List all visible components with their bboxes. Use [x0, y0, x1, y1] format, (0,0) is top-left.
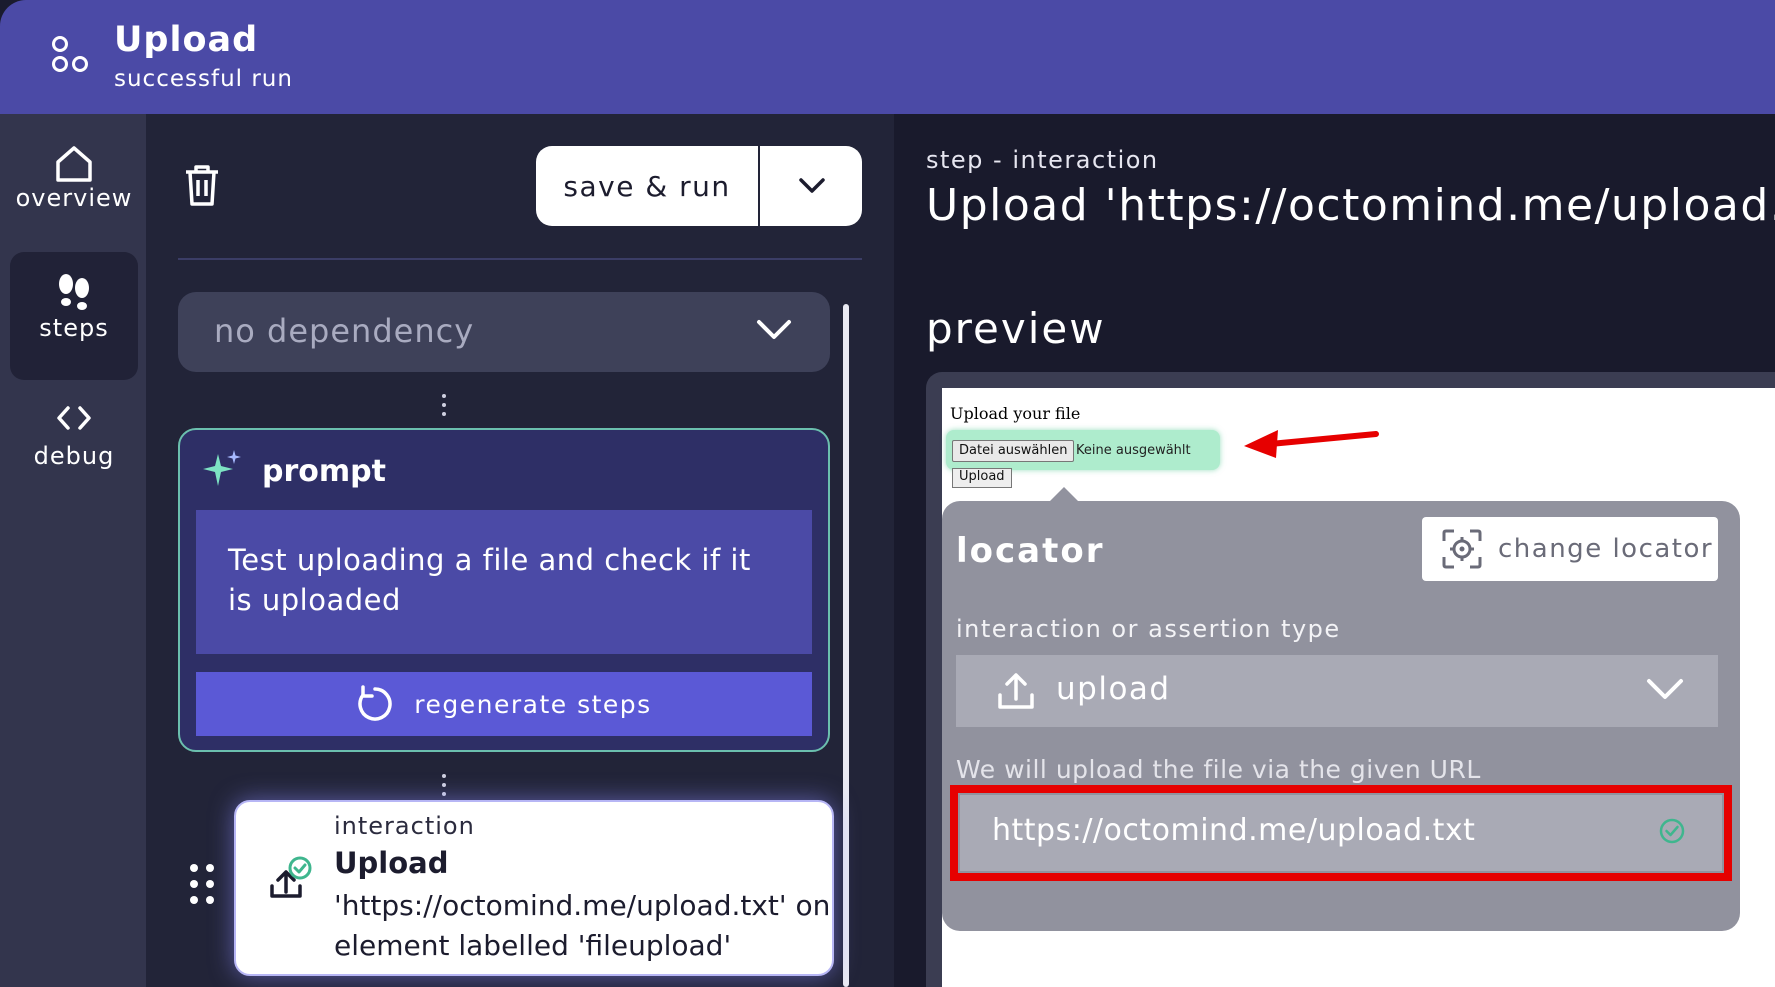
check-circle-icon — [1659, 818, 1685, 844]
regenerate-steps-label: regenerate steps — [414, 689, 652, 719]
connector-dots — [442, 774, 448, 801]
locator-title: locator — [956, 531, 1105, 571]
save-run-dropdown[interactable] — [762, 146, 862, 226]
run-status: successful run — [114, 66, 293, 92]
detail-title: Upload 'https://octomind.me/upload.txt' … — [926, 180, 1775, 231]
prompt-text[interactable]: Test uploading a file and check if it is… — [196, 510, 812, 654]
prompt-card: prompt Test uploading a file and check i… — [178, 428, 830, 752]
preview-page-heading: Upload your file — [950, 404, 1081, 423]
nav-label-overview: overview — [15, 184, 133, 212]
refresh-icon — [358, 685, 392, 721]
preview-heading: preview — [926, 304, 1106, 353]
test-title: Upload — [114, 20, 259, 60]
footprints-icon — [59, 274, 89, 310]
interaction-type-label: interaction or assertion type — [956, 615, 1341, 643]
locator-popover: locator change locator interaction or as… — [942, 487, 1740, 931]
nav-item-overview[interactable]: overview — [10, 124, 138, 252]
nav-item-steps[interactable]: steps — [10, 252, 138, 380]
popover-caret — [1050, 487, 1078, 501]
preview-upload-button: Upload — [952, 468, 1012, 488]
preview-screenshot: Upload your file Datei auswählen Keine a… — [942, 388, 1775, 987]
detail-kicker: step - interaction — [926, 146, 1159, 174]
regenerate-steps-button[interactable]: regenerate steps — [196, 672, 812, 736]
upload-url-label: We will upload the file via the given UR… — [956, 755, 1481, 784]
interaction-type-value: upload — [1056, 671, 1171, 707]
preview-frame: Upload your file Datei auswählen Keine a… — [926, 372, 1775, 987]
target-icon — [1442, 529, 1482, 569]
upload-url-input[interactable]: https://octomind.me/upload.txt — [960, 795, 1722, 871]
sparkle-icon — [203, 450, 241, 486]
preview-file-button: Datei auswählen — [952, 440, 1075, 462]
dependency-select[interactable]: no dependency — [178, 292, 830, 372]
step-detail-panel: step - interaction Upload 'https://octom… — [894, 114, 1775, 987]
nav-label-steps: steps — [39, 314, 109, 342]
upload-url-value: https://octomind.me/upload.txt — [992, 813, 1476, 848]
drag-handle[interactable] — [190, 864, 218, 908]
interaction-type-select[interactable]: upload — [956, 655, 1718, 727]
save-run-button[interactable]: save & run — [536, 146, 760, 226]
toolbar-divider — [178, 258, 862, 260]
dependency-value: no dependency — [214, 312, 475, 350]
change-locator-label: change locator — [1498, 534, 1714, 564]
upload-success-icon — [270, 856, 312, 898]
octomind-logo-icon — [50, 36, 98, 84]
step-card-upload[interactable]: interaction Upload 'https://octomind.me/… — [234, 800, 834, 976]
change-locator-button[interactable]: change locator — [1422, 517, 1718, 581]
nav-label-debug: debug — [33, 442, 115, 470]
home-icon — [56, 146, 92, 182]
chevron-down-icon — [1647, 679, 1683, 699]
prompt-title: prompt — [262, 454, 386, 489]
preview-file-status: Keine ausgewählt — [1076, 443, 1191, 458]
scrollbar[interactable] — [843, 304, 849, 987]
step-description: 'https://octomind.me/upload.txt' on elem… — [334, 889, 831, 962]
red-arrow-icon — [1244, 430, 1379, 458]
upload-icon — [998, 673, 1034, 709]
save-run-group: save & run — [536, 146, 862, 226]
top-header: Upload successful run — [0, 0, 1775, 114]
app-window: Upload successful run overview steps deb… — [0, 0, 1775, 987]
nav-item-debug[interactable]: debug — [10, 380, 138, 508]
chevron-down-icon — [757, 320, 791, 339]
trash-icon[interactable] — [184, 164, 220, 208]
steps-panel: save & run no dependency prompt Test upl… — [146, 114, 894, 987]
connector-dots — [442, 394, 448, 421]
side-nav: overview steps debug — [0, 114, 146, 987]
step-type: interaction — [334, 812, 475, 840]
step-title: Upload — [334, 846, 449, 880]
chevron-down-icon — [799, 178, 825, 193]
code-icon — [57, 406, 91, 430]
